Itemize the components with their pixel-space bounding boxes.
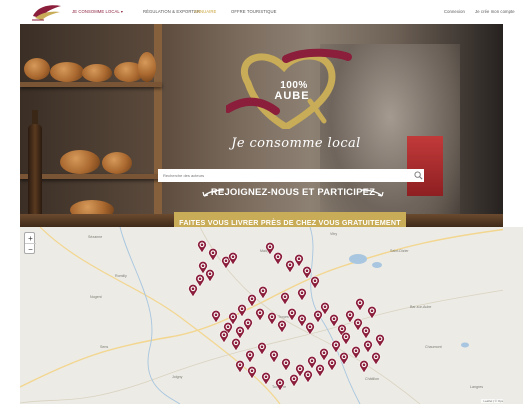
map-pin-icon[interactable] [205, 269, 215, 282]
town-label: Saint-Dizier [390, 249, 409, 253]
town-label: Sens [100, 345, 109, 349]
page: JE CONSOMME LOCAL ▾ RÉGULATION & EXPORTE… [0, 0, 528, 408]
red-box [407, 136, 443, 196]
map-pin-icon[interactable] [228, 252, 238, 265]
badge-name: AUBE [274, 90, 310, 102]
producers-map[interactable]: Sézanne Vitry Saint-Dizier Mailly Romilly Nog… [20, 227, 523, 404]
map-pin-icon[interactable] [197, 240, 207, 253]
map-pin-icon[interactable] [339, 352, 349, 365]
nav-item-consume-local[interactable]: JE CONSOMME LOCAL ▾ [72, 9, 123, 14]
town-label: Sézanne [88, 235, 103, 239]
town-label: Joigny [172, 375, 183, 379]
map-pin-icon[interactable] [280, 292, 290, 305]
bread-loaf [102, 152, 132, 174]
zoom-in-button[interactable]: + [25, 233, 36, 244]
map-pin-icon[interactable] [247, 366, 257, 379]
map-pin-icon[interactable] [297, 288, 307, 301]
town-label: Langres [470, 385, 483, 389]
arrow-right-icon [361, 189, 384, 197]
hero-banner: 100% AUBE Je consomme local REJOIGNEZ-NO… [20, 24, 503, 227]
site-header: JE CONSOMME LOCAL ▾ RÉGULATION & EXPORTE… [0, 0, 528, 24]
map-pin-icon[interactable] [341, 332, 351, 345]
map-pin-icon[interactable] [258, 286, 268, 299]
map-pin-icon[interactable] [355, 298, 365, 311]
shelf-post [154, 24, 162, 227]
map-pin-icon[interactable] [208, 248, 218, 261]
free-delivery-button[interactable]: FAITES VOUS LIVRER PRÈS DE CHEZ VOUS GRA… [174, 212, 406, 227]
map-pin-icon[interactable] [303, 370, 313, 383]
map-pin-icon[interactable] [289, 374, 299, 387]
map-pin-icon[interactable] [281, 358, 291, 371]
zoom-control: + − [24, 232, 36, 255]
bread-loaf [138, 52, 156, 82]
town-label: Romilly [115, 274, 127, 278]
map-pin-icon[interactable] [375, 334, 385, 347]
map-pin-icon[interactable] [310, 276, 320, 289]
map-pin-icon[interactable] [305, 322, 315, 335]
map-pin-icon[interactable] [237, 304, 247, 317]
signup-link[interactable]: Je crée mon compte [475, 9, 515, 14]
town-label: Nogent [90, 295, 102, 299]
bread-loaf [50, 62, 84, 82]
map-pin-icon[interactable] [371, 352, 381, 365]
map-edge [503, 227, 523, 404]
bread-loaf [24, 58, 50, 80]
map-pin-icon[interactable] [247, 294, 257, 307]
login-link[interactable]: Connexion [444, 9, 465, 14]
map-pin-icon[interactable] [359, 360, 369, 373]
brand-logo[interactable] [30, 2, 64, 22]
map-pin-icon[interactable] [245, 350, 255, 363]
map-pin-icon[interactable] [195, 274, 205, 287]
town-label: Chaumont [425, 345, 442, 349]
nav-item-directory[interactable]: ANNUAIRE [194, 9, 216, 14]
map-pin-icon[interactable] [269, 350, 279, 363]
map-pin-icon[interactable] [267, 312, 277, 325]
map-pin-icon[interactable] [287, 308, 297, 321]
map-pin-icon[interactable] [277, 320, 287, 333]
bread-loaf [82, 64, 112, 82]
map-pin-icon[interactable] [211, 310, 221, 323]
town-label: Châtillon [365, 377, 379, 381]
map-pin-icon[interactable] [255, 308, 265, 321]
map-pin-icon[interactable] [235, 360, 245, 373]
shelf [20, 82, 162, 87]
map-pin-icon[interactable] [351, 346, 361, 359]
search-icon[interactable] [414, 171, 423, 180]
town-label: Vitry [330, 232, 338, 236]
map-pin-icon[interactable] [231, 338, 241, 351]
hero-tagline: Je consomme local [231, 136, 361, 151]
map-pin-icon[interactable] [219, 330, 229, 343]
map-pin-icon[interactable] [361, 326, 371, 339]
map-pin-icon[interactable] [243, 318, 253, 331]
nav-item-regulation[interactable]: RÉGULATION & EXPORTER [143, 9, 200, 14]
map-pin-icon[interactable] [257, 342, 267, 355]
map-pin-icon[interactable] [327, 358, 337, 371]
bottle [28, 124, 42, 216]
bread-loaf [60, 150, 100, 174]
town-label: Bar-sur-Aube [410, 305, 432, 309]
map-pin-icon[interactable] [261, 372, 271, 385]
map-pin-icon[interactable] [273, 252, 283, 265]
map-pin-icon[interactable] [315, 364, 325, 377]
search-input[interactable] [158, 169, 424, 182]
nav-item-tourism[interactable]: OFFRE TOURISTIQUE [231, 9, 277, 14]
map-pin-icon[interactable] [367, 306, 377, 319]
chevron-down-icon: ▾ [120, 9, 124, 14]
map-pin-icon[interactable] [275, 378, 285, 391]
zoom-out-button[interactable]: − [25, 244, 36, 255]
